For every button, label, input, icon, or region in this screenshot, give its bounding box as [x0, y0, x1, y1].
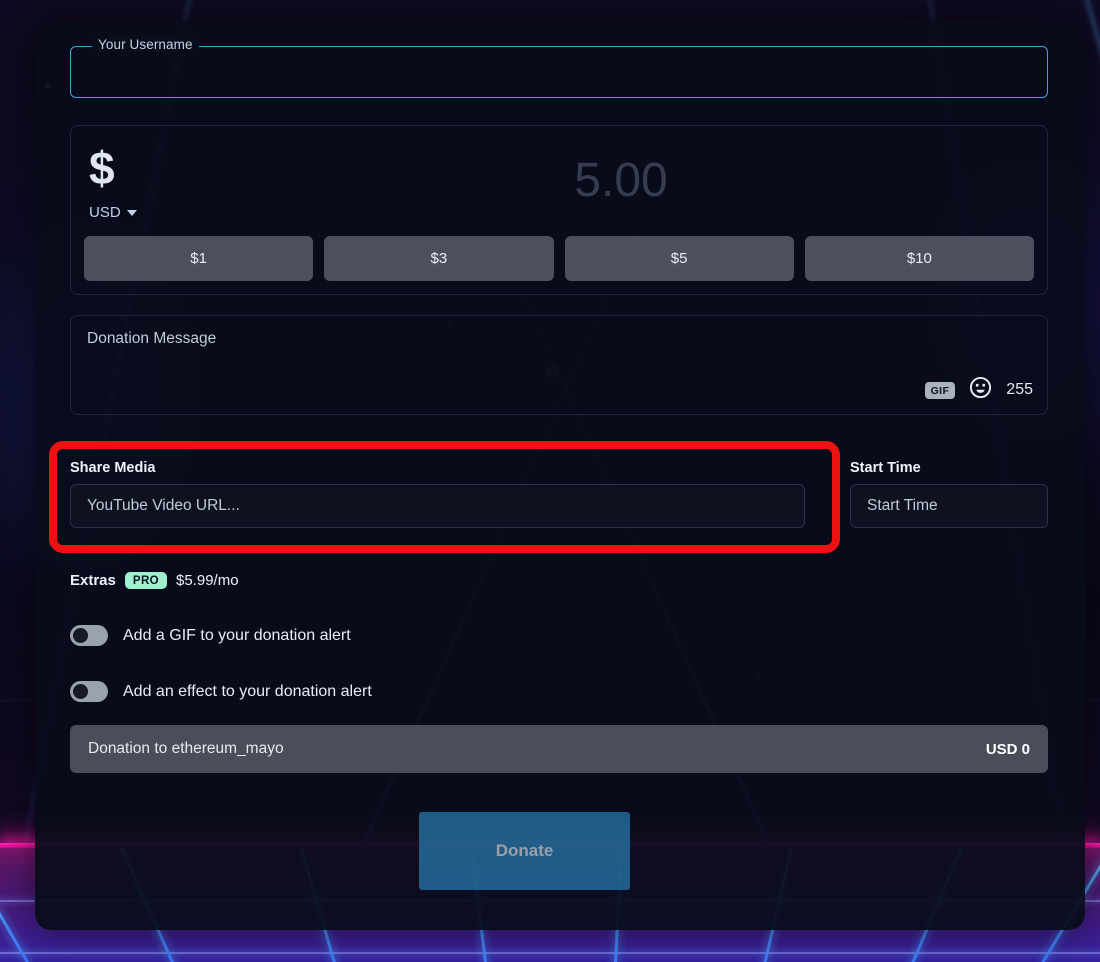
character-counter: 255: [1006, 381, 1033, 398]
grid-horizontal-line: [0, 952, 1100, 954]
toggle-row-add-gif: Add a GIF to your donation alert: [70, 625, 351, 646]
donation-summary-bar: Donation to ethereum_mayo USD 0: [70, 725, 1048, 773]
amount-preset-button-3[interactable]: $5: [564, 236, 794, 281]
amount-preset-row: $1 $3 $5 $10: [84, 236, 1034, 281]
grid-vertical-line: [0, 848, 30, 962]
toggle-knob: [73, 684, 88, 699]
toggle-add-effect-label: Add an effect to your donation alert: [123, 682, 372, 700]
message-toolbar: GIF 255: [924, 376, 1033, 404]
smiley-face-icon[interactable]: [969, 376, 992, 404]
toggle-add-effect[interactable]: [70, 681, 108, 702]
summary-total: USD 0: [985, 740, 1030, 758]
amount-card: $ USD $1 $3 $5 $10: [70, 125, 1048, 295]
share-media-field-group: Share Media: [70, 460, 805, 528]
currency-symbol: $: [89, 142, 115, 194]
amount-preset-button-2[interactable]: $3: [324, 236, 554, 281]
donation-form-panel: Your Username $ USD $1 $3 $5 $10 GIF: [35, 20, 1085, 930]
start-time-input[interactable]: [850, 484, 1048, 528]
start-time-label: Start Time: [850, 460, 921, 476]
summary-description: Donation to ethereum_mayo: [88, 740, 284, 757]
username-label: Your Username: [92, 37, 199, 52]
currency-selector[interactable]: USD: [89, 204, 137, 221]
amount-preset-button-4[interactable]: $10: [804, 236, 1034, 281]
start-time-field-group: Start Time: [850, 460, 1048, 528]
toggle-add-gif[interactable]: [70, 625, 108, 646]
share-media-input[interactable]: [70, 484, 805, 528]
pro-badge: PRO: [124, 572, 167, 589]
extras-title: Extras: [70, 572, 116, 589]
gif-button[interactable]: GIF: [924, 381, 956, 399]
currency-code: USD: [89, 204, 121, 221]
donate-button[interactable]: Donate: [419, 812, 630, 890]
toggle-knob: [73, 628, 88, 643]
extras-price: $5.99/mo: [176, 572, 239, 589]
toggle-row-add-effect: Add an effect to your donation alert: [70, 681, 372, 702]
donation-message-input[interactable]: [71, 316, 1047, 368]
amount-preset-button-1[interactable]: $1: [84, 236, 314, 281]
donation-message-card: GIF 255: [70, 315, 1048, 415]
extras-header-row: Extras PRO $5.99/mo: [70, 572, 239, 589]
share-media-label: Share Media: [70, 460, 156, 476]
username-field-group: Your Username: [70, 37, 1048, 98]
toggle-add-gif-label: Add a GIF to your donation alert: [123, 626, 351, 644]
username-input[interactable]: [70, 46, 1048, 98]
amount-input[interactable]: [211, 148, 1031, 212]
chevron-down-icon: [126, 209, 137, 216]
